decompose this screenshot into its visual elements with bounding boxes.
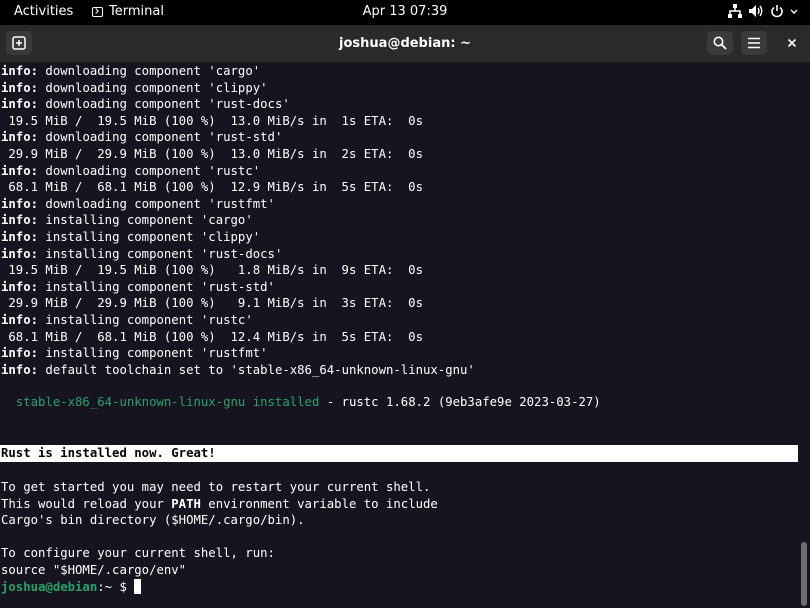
close-icon — [787, 38, 797, 48]
terminal-line: info: downloading component 'clippy' — [1, 80, 268, 97]
line-text: 19.5 MiB / 19.5 MiB (100 %) 1.8 MiB/s in… — [1, 263, 423, 277]
info-prefix: info: — [1, 64, 38, 78]
line-text: 68.1 MiB / 68.1 MiB (100 %) 12.4 MiB/s i… — [1, 330, 423, 344]
terminal-line: 29.9 MiB / 29.9 MiB (100 %) 9.1 MiB/s in… — [1, 295, 423, 312]
terminal-line: info: installing component 'rustfmt' — [1, 345, 268, 362]
app-name: Terminal — [109, 4, 164, 19]
terminal-line: info: downloading component 'rust-docs' — [1, 96, 290, 113]
app-menu[interactable]: Terminal — [92, 4, 164, 19]
line-text: default toolchain set to 'stable-x86_64-… — [38, 363, 475, 377]
menu-button[interactable] — [741, 31, 767, 55]
info-prefix: info: — [1, 313, 38, 327]
power-icon — [770, 4, 784, 18]
line-text: installing component 'rust-std' — [38, 280, 275, 294]
new-tab-button[interactable] — [6, 31, 32, 55]
search-icon — [713, 36, 727, 50]
line-text: downloading component 'rust-docs' — [38, 97, 290, 111]
install-success-highlight: Rust is installed now. Great! — [0, 445, 798, 462]
info-prefix: info: — [1, 230, 38, 244]
volume-icon — [748, 4, 764, 18]
terminal-headerbar: joshua@debian: ~ — [0, 25, 810, 63]
window-title: joshua@debian: ~ — [339, 36, 471, 51]
terminal-icon — [92, 7, 103, 17]
line-text: installing component 'rustfmt' — [38, 346, 268, 360]
message-line: To configure your current shell, run: — [1, 545, 275, 562]
toolchain-installed-line: stable-x86_64-unknown-linux-gnu installe… — [1, 394, 601, 411]
terminal-line: 29.9 MiB / 29.9 MiB (100 %) 13.0 MiB/s i… — [1, 146, 423, 163]
terminal-line: 68.1 MiB / 68.1 MiB (100 %) 12.4 MiB/s i… — [1, 329, 423, 346]
line-text: downloading component 'cargo' — [38, 64, 260, 78]
line-text: 19.5 MiB / 19.5 MiB (100 %) 13.0 MiB/s i… — [1, 114, 423, 128]
search-button[interactable] — [707, 31, 733, 55]
activities-button[interactable]: Activities — [14, 4, 73, 19]
message-line: To get started you may need to restart y… — [1, 479, 430, 496]
terminal-line: info: installing component 'cargo' — [1, 212, 253, 229]
line-text: installing component 'rust-docs' — [38, 247, 282, 261]
line-text: 29.9 MiB / 29.9 MiB (100 %) 13.0 MiB/s i… — [1, 147, 423, 161]
terminal-line: info: default toolchain set to 'stable-x… — [1, 362, 475, 379]
info-prefix: info: — [1, 97, 38, 111]
message-line: Cargo's bin directory ($HOME/.cargo/bin)… — [1, 512, 305, 529]
terminal-line: info: installing component 'rust-std' — [1, 279, 275, 296]
info-prefix: info: — [1, 197, 38, 211]
line-text: installing component 'rustc' — [38, 313, 253, 327]
network-icon — [728, 4, 742, 18]
terminal-line: 19.5 MiB / 19.5 MiB (100 %) 1.8 MiB/s in… — [1, 262, 423, 279]
prompt-user: joshua@debian — [1, 580, 97, 594]
shell-prompt[interactable]: joshua@debian:~ $ — [1, 579, 141, 596]
terminal-output[interactable]: info: downloading component 'cargo'info:… — [0, 63, 798, 608]
message-line: source "$HOME/.cargo/env" — [1, 562, 186, 579]
scrollbar-thumb[interactable] — [801, 542, 807, 606]
info-prefix: info: — [1, 247, 38, 261]
line-text: downloading component 'clippy' — [38, 81, 268, 95]
terminal-line: info: downloading component 'rustfmt' — [1, 196, 275, 213]
prompt-path: :~ $ — [97, 580, 134, 594]
terminal-line: info: downloading component 'rustc' — [1, 163, 260, 180]
system-tray[interactable] — [728, 4, 798, 18]
line-text: installing component 'cargo' — [38, 213, 253, 227]
close-button[interactable] — [779, 31, 805, 55]
hamburger-menu-icon — [747, 37, 761, 49]
line-text: downloading component 'rust-std' — [38, 130, 282, 144]
text-cursor — [134, 579, 141, 594]
line-text: downloading component 'rustc' — [38, 164, 260, 178]
info-prefix: info: — [1, 346, 38, 360]
terminal-line: info: installing component 'clippy' — [1, 229, 260, 246]
clock[interactable]: Apr 13 07:39 — [363, 4, 448, 19]
info-prefix: info: — [1, 280, 38, 294]
info-prefix: info: — [1, 213, 38, 227]
line-text: 68.1 MiB / 68.1 MiB (100 %) 12.9 MiB/s i… — [1, 180, 423, 194]
scrollbar[interactable] — [798, 63, 810, 608]
info-prefix: info: — [1, 130, 38, 144]
line-text: installing component 'clippy' — [38, 230, 260, 244]
terminal-line: info: installing component 'rustc' — [1, 312, 253, 329]
info-prefix: info: — [1, 164, 38, 178]
terminal-line: info: installing component 'rust-docs' — [1, 246, 282, 263]
info-prefix: info: — [1, 81, 38, 95]
chevron-down-icon — [790, 4, 798, 18]
terminal-line: info: downloading component 'rust-std' — [1, 129, 282, 146]
line-text: downloading component 'rustfmt' — [38, 197, 275, 211]
info-prefix: info: — [1, 363, 38, 377]
terminal-line: 19.5 MiB / 19.5 MiB (100 %) 13.0 MiB/s i… — [1, 113, 423, 130]
message-line: This would reload your PATH environment … — [1, 496, 438, 513]
new-tab-icon — [12, 36, 26, 50]
line-text: 29.9 MiB / 29.9 MiB (100 %) 9.1 MiB/s in… — [1, 296, 423, 310]
top-bar: Activities Terminal Apr 13 07:39 — [0, 0, 810, 25]
terminal-line: 68.1 MiB / 68.1 MiB (100 %) 12.9 MiB/s i… — [1, 179, 423, 196]
terminal-line: info: downloading component 'cargo' — [1, 63, 260, 80]
